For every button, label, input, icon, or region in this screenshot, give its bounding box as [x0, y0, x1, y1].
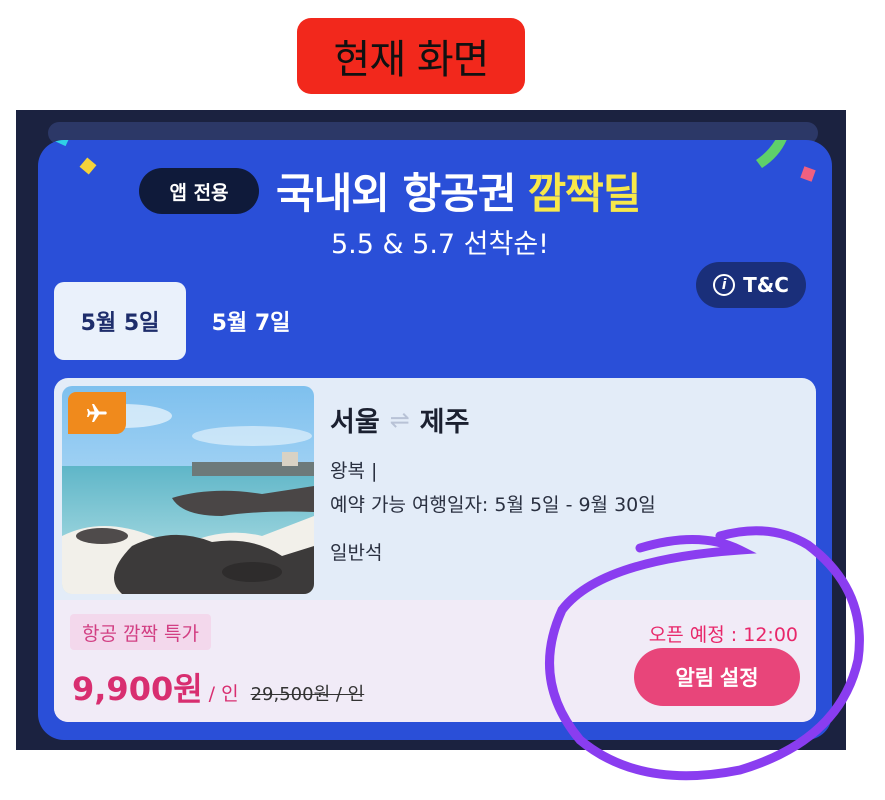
annotation-circle	[545, 526, 864, 781]
